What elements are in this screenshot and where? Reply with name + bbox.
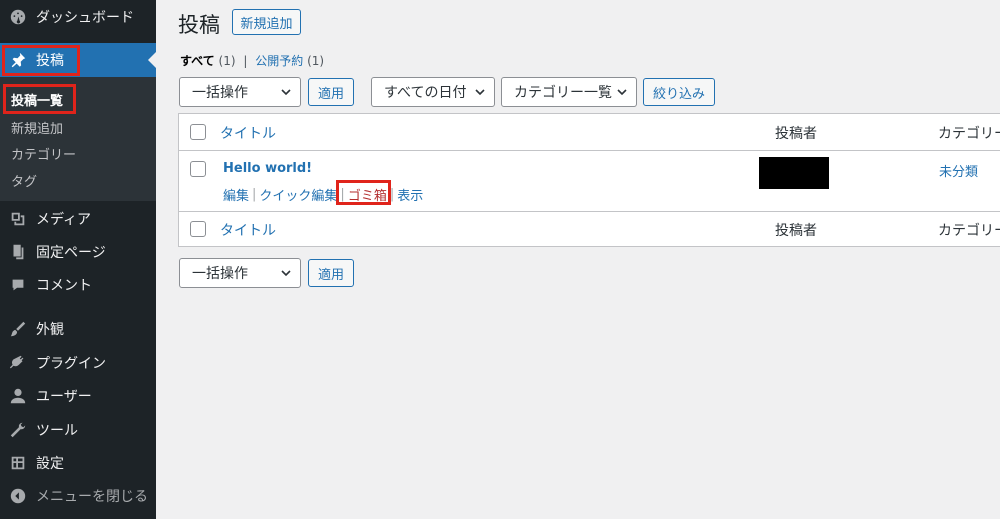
dashboard-icon — [0, 8, 36, 26]
collapse-menu-button[interactable]: メニューを閉じる — [0, 479, 156, 513]
category-link[interactable]: 未分類 — [939, 161, 978, 180]
menu-label: 固定ページ — [36, 245, 106, 261]
menu-pages[interactable]: 固定ページ — [0, 235, 156, 269]
chevron-down-icon — [616, 86, 628, 98]
select-all-checkbox-bottom[interactable] — [190, 221, 206, 237]
post-title-link[interactable]: Hello world! — [223, 161, 312, 176]
add-new-post-button[interactable]: 新規追加 — [232, 9, 301, 35]
row-checkbox[interactable] — [190, 161, 206, 177]
menu-label: 投稿 — [36, 53, 64, 69]
menu-dashboard[interactable]: ダッシュボード — [0, 0, 156, 34]
view-link[interactable]: 表示 — [397, 185, 423, 204]
menu-tools[interactable]: ツール — [0, 413, 156, 447]
plugin-icon — [0, 354, 36, 372]
edit-link[interactable]: 編集 — [223, 185, 249, 204]
wrench-icon — [0, 421, 36, 439]
pushpin-icon — [0, 51, 36, 69]
menu-label: ユーザー — [36, 389, 92, 405]
view-scheduled-link[interactable]: 公開予約 — [255, 54, 303, 68]
menu-label: コメント — [36, 278, 92, 294]
view-scheduled-count: (1) — [307, 54, 325, 68]
apply-button-bottom[interactable]: 適用 — [308, 259, 354, 287]
media-icon — [0, 210, 36, 228]
menu-appearance[interactable]: 外観 — [0, 312, 156, 346]
menu-media[interactable]: メディア — [0, 202, 156, 236]
select-all-checkbox-top[interactable] — [190, 124, 206, 140]
menu-posts[interactable]: 投稿 — [0, 43, 156, 77]
menu-settings[interactable]: 設定 — [0, 446, 156, 480]
menu-comments[interactable]: コメント — [0, 268, 156, 302]
posts-submenu: 投稿一覧 新規追加 カテゴリー タグ — [0, 77, 156, 201]
menu-label: メディア — [36, 212, 92, 228]
brush-icon — [0, 320, 36, 338]
comment-icon — [0, 276, 36, 294]
divider — [179, 211, 1000, 212]
main-content: 投稿 新規追加 すべて (1) | 公開予約 (1) 一括操作 適用 すべての日… — [156, 0, 1000, 519]
settings-icon — [0, 454, 36, 472]
apply-button-top[interactable]: 適用 — [308, 78, 354, 106]
submenu-add-new[interactable]: 新規追加 — [11, 118, 63, 137]
chevron-down-icon — [280, 267, 292, 279]
view-all-count: (1) — [218, 54, 236, 68]
column-footer-categories: カテゴリー — [938, 223, 1000, 239]
author-redacted — [759, 157, 829, 189]
menu-label: 外観 — [36, 322, 64, 338]
chevron-down-icon — [474, 86, 486, 98]
page-icon — [0, 243, 36, 261]
column-header-categories: カテゴリー — [938, 126, 1000, 142]
user-icon — [0, 387, 36, 405]
column-header-author: 投稿者 — [775, 126, 817, 142]
category-filter-select[interactable]: カテゴリー一覧 — [501, 77, 637, 107]
posts-table: タイトル 投稿者 カテゴリー Hello world! 編集 | クイック編集 … — [178, 113, 1000, 247]
column-header-title[interactable]: タイトル — [220, 123, 276, 143]
menu-plugins[interactable]: プラグイン — [0, 346, 156, 380]
date-filter-select[interactable]: すべての日付 — [371, 77, 495, 107]
bulk-action-value: 一括操作 — [192, 266, 248, 282]
filter-button[interactable]: 絞り込み — [643, 78, 715, 106]
submenu-tags[interactable]: タグ — [11, 171, 37, 190]
post-status-filter: すべて (1) | 公開予約 (1) — [180, 52, 324, 69]
menu-label: ツール — [36, 423, 78, 439]
divider — [179, 150, 1000, 151]
category-filter-value: カテゴリー一覧 — [514, 85, 612, 101]
submenu-all-posts[interactable]: 投稿一覧 — [11, 90, 63, 109]
quick-edit-link[interactable]: クイック編集 — [259, 185, 337, 204]
admin-sidebar: ダッシュボード 投稿 投稿一覧 新規追加 カテゴリー タグ メディア 固定ページ… — [0, 0, 156, 519]
menu-users[interactable]: ユーザー — [0, 379, 156, 413]
column-footer-author: 投稿者 — [775, 223, 817, 239]
page-title: 投稿 — [178, 13, 220, 37]
collapse-arrow-icon — [0, 487, 36, 505]
menu-label: プラグイン — [36, 356, 106, 372]
date-filter-value: すべての日付 — [384, 85, 467, 101]
menu-label: ダッシュボード — [36, 10, 134, 26]
submenu-categories[interactable]: カテゴリー — [11, 144, 76, 163]
bulk-action-select-bottom[interactable]: 一括操作 — [179, 258, 301, 288]
bulk-action-select-top[interactable]: 一括操作 — [179, 77, 301, 107]
menu-label: 設定 — [36, 456, 64, 472]
column-footer-title[interactable]: タイトル — [220, 220, 276, 240]
row-actions: 編集 | クイック編集 | ゴミ箱 | 表示 — [223, 185, 424, 204]
bulk-action-value: 一括操作 — [192, 85, 248, 101]
view-all-link[interactable]: すべて — [180, 54, 215, 68]
view-separator: | — [243, 54, 248, 68]
collapse-menu-label: メニューを閉じる — [36, 489, 148, 505]
trash-link[interactable]: ゴミ箱 — [348, 185, 387, 204]
chevron-down-icon — [280, 86, 292, 98]
